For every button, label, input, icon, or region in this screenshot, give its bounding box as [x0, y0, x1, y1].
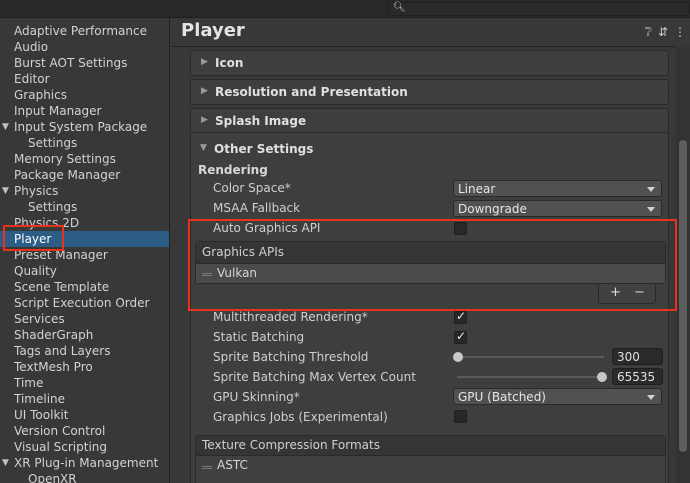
sprite-batching-threshold-label: Sprite Batching Threshold: [213, 350, 369, 364]
sidebar-item-input-system-settings[interactable]: Settings: [0, 135, 169, 151]
sidebar-item-preset-manager[interactable]: Preset Manager: [0, 247, 169, 263]
scrollbar-thumb[interactable]: [679, 140, 687, 452]
help-icon[interactable]: ❔︎: [645, 25, 652, 39]
sidebar-item-textmesh-pro[interactable]: TextMesh Pro: [0, 359, 169, 375]
collapsed-arrow-icon: ▶: [201, 86, 208, 96]
gpu-skinning-dropdown[interactable]: GPU (Batched): [453, 388, 662, 405]
sidebar-item-scene-template[interactable]: Scene Template: [0, 279, 169, 295]
checkmark-icon: ✓: [456, 309, 467, 323]
sidebar-item-ui-toolkit[interactable]: UI Toolkit: [0, 407, 169, 423]
remove-graphics-api-button[interactable]: −: [634, 285, 645, 300]
sidebar-item-physics-2d[interactable]: Physics 2D: [0, 215, 169, 231]
msaa-fallback-label: MSAA Fallback: [213, 201, 301, 215]
expand-arrow-icon[interactable]: ▼: [2, 119, 9, 135]
texture-compression-list: Texture Compression Formats ASTC: [195, 435, 666, 483]
foldout-other-settings[interactable]: ▼ Other Settings: [190, 137, 669, 163]
color-space-dropdown[interactable]: Linear: [453, 180, 662, 197]
checkmark-icon: ✓: [456, 329, 467, 343]
sprite-batching-max-vertex-label: Sprite Batching Max Vertex Count: [213, 370, 416, 384]
sidebar-item-shadergraph[interactable]: ShaderGraph: [0, 327, 169, 343]
gpu-skinning-label: GPU Skinning*: [213, 390, 300, 404]
preset-icon[interactable]: ⇵: [658, 25, 668, 39]
sidebar-item-services[interactable]: Services: [0, 311, 169, 327]
msaa-fallback-dropdown[interactable]: Downgrade: [453, 200, 662, 217]
sidebar-item-input-system-package[interactable]: ▼ Input System Package: [0, 119, 169, 135]
graphics-apis-list: Graphics APIs Vulkan: [195, 241, 666, 284]
sprite-batching-threshold-slider[interactable]: [457, 356, 604, 358]
foldout-resolution-section[interactable]: ▶ Resolution and Presentation: [190, 79, 669, 105]
sidebar-item-graphics[interactable]: Graphics: [0, 87, 169, 103]
sidebar-item-version-control[interactable]: Version Control: [0, 423, 169, 439]
search-input[interactable]: 🔍︎: [388, 2, 690, 16]
player-settings-panel: Player ❔︎ ⇵ ⋮ ▶ Icon ▶ Resolution and Pres…: [171, 18, 690, 483]
sidebar-item-physics[interactable]: ▼ Physics: [0, 183, 169, 199]
expanded-arrow-icon: ▼: [200, 143, 207, 153]
graphics-apis-header: Graphics APIs: [196, 242, 665, 264]
dropdown-caret-icon: [647, 187, 655, 192]
sidebar-item-player[interactable]: Player: [0, 231, 169, 247]
sidebar-item-package-manager[interactable]: Package Manager: [0, 167, 169, 183]
texture-compression-header: Texture Compression Formats: [196, 436, 665, 456]
title-divider: [171, 46, 676, 47]
sidebar-item-input-manager[interactable]: Input Manager: [0, 103, 169, 119]
graphics-jobs-label: Graphics Jobs (Experimental): [213, 410, 388, 424]
settings-sidebar: Adaptive Performance Audio Burst AOT Set…: [0, 18, 170, 483]
slider-handle[interactable]: [597, 372, 607, 382]
expand-arrow-icon[interactable]: ▼: [2, 455, 9, 471]
rendering-heading: Rendering: [198, 163, 268, 177]
expand-arrow-icon[interactable]: ▼: [2, 183, 9, 199]
list-item[interactable]: ASTC: [196, 457, 665, 476]
sidebar-item-burst-aot-settings[interactable]: Burst AOT Settings: [0, 55, 169, 71]
sidebar-item-quality[interactable]: Quality: [0, 263, 169, 279]
graphics-jobs-checkbox[interactable]: [454, 410, 467, 423]
static-batching-label: Static Batching: [213, 330, 305, 344]
multithreaded-rendering-label: Multithreaded Rendering*: [213, 310, 368, 324]
sidebar-item-xr-plugin-management[interactable]: ▼ XR Plug-in Management: [0, 455, 169, 471]
dropdown-caret-icon: [647, 207, 655, 212]
sidebar-item-script-execution-order[interactable]: Script Execution Order: [0, 295, 169, 311]
sidebar-item-audio[interactable]: Audio: [0, 39, 169, 55]
sidebar-item-visual-scripting[interactable]: Visual Scripting: [0, 439, 169, 455]
vertical-scrollbar[interactable]: [676, 47, 690, 483]
sidebar-item-tags-and-layers[interactable]: Tags and Layers: [0, 343, 169, 359]
sidebar-item-editor[interactable]: Editor: [0, 71, 169, 87]
sidebar-item-openxr[interactable]: OpenXR: [0, 471, 169, 483]
top-toolbar: 🔍︎: [0, 0, 690, 18]
sprite-batching-max-vertex-field[interactable]: 65535: [612, 368, 663, 385]
sprite-batching-threshold-field[interactable]: 300: [612, 348, 663, 365]
graphics-apis-footer: + −: [598, 284, 656, 304]
static-batching-checkbox[interactable]: ✓: [454, 329, 467, 344]
dropdown-caret-icon: [647, 395, 655, 400]
more-options-icon[interactable]: ⋮: [674, 25, 686, 39]
multithreaded-rendering-checkbox[interactable]: ✓: [454, 309, 467, 324]
title-toolbar: ❔︎ ⇵ ⋮: [639, 25, 686, 40]
slider-handle[interactable]: [453, 352, 463, 362]
sidebar-item-memory-settings[interactable]: Memory Settings: [0, 151, 169, 167]
sidebar-item-time[interactable]: Time: [0, 375, 169, 391]
sidebar-item-adaptive-performance[interactable]: Adaptive Performance: [0, 23, 169, 39]
collapsed-arrow-icon: ▶: [201, 57, 208, 67]
search-icon: 🔍︎: [393, 2, 406, 13]
drag-handle-icon[interactable]: [202, 466, 212, 467]
drag-handle-icon[interactable]: [202, 273, 212, 274]
color-space-label: Color Space*: [213, 181, 291, 195]
add-graphics-api-button[interactable]: +: [610, 285, 621, 300]
sidebar-item-timeline[interactable]: Timeline: [0, 391, 169, 407]
auto-graphics-api-checkbox[interactable]: [454, 222, 467, 235]
sidebar-item-physics-settings[interactable]: Settings: [0, 199, 169, 215]
sprite-batching-max-vertex-slider[interactable]: [457, 376, 604, 378]
auto-graphics-api-label: Auto Graphics API: [213, 221, 321, 235]
foldout-splash-section[interactable]: ▶ Splash Image: [190, 108, 669, 134]
foldout-icon-section[interactable]: ▶ Icon: [190, 50, 669, 76]
list-item[interactable]: Vulkan: [196, 264, 665, 283]
collapsed-arrow-icon: ▶: [201, 115, 208, 125]
page-title: Player: [181, 20, 245, 41]
